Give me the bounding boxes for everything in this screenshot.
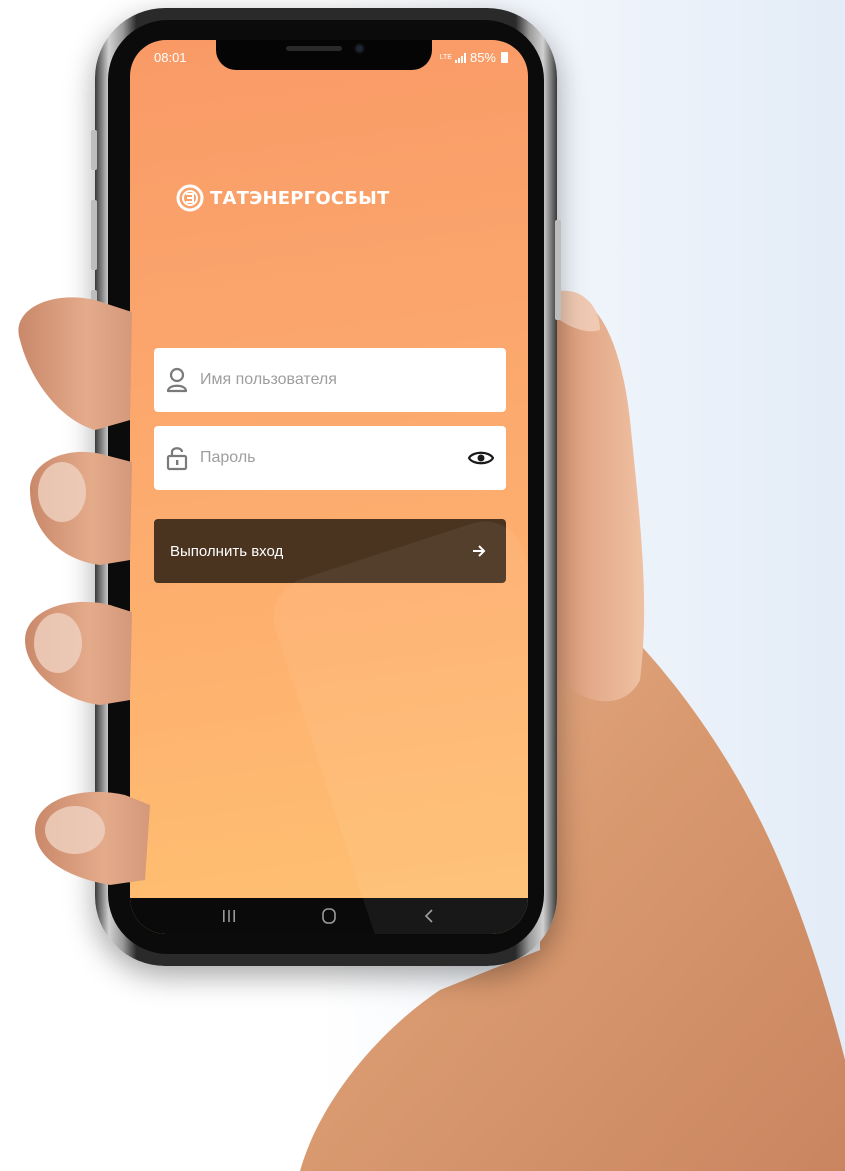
status-time: 08:01 (154, 50, 187, 65)
phone-notch (216, 40, 432, 70)
front-camera-icon (354, 43, 365, 54)
network-type: LTE (439, 54, 452, 61)
battery-icon (501, 52, 508, 63)
hand-fingers (18, 297, 150, 885)
battery-level: 85% (469, 50, 496, 65)
signal-icon (454, 52, 466, 63)
speaker-grille (286, 46, 342, 51)
status-indicators: LTE 85% (440, 50, 508, 65)
